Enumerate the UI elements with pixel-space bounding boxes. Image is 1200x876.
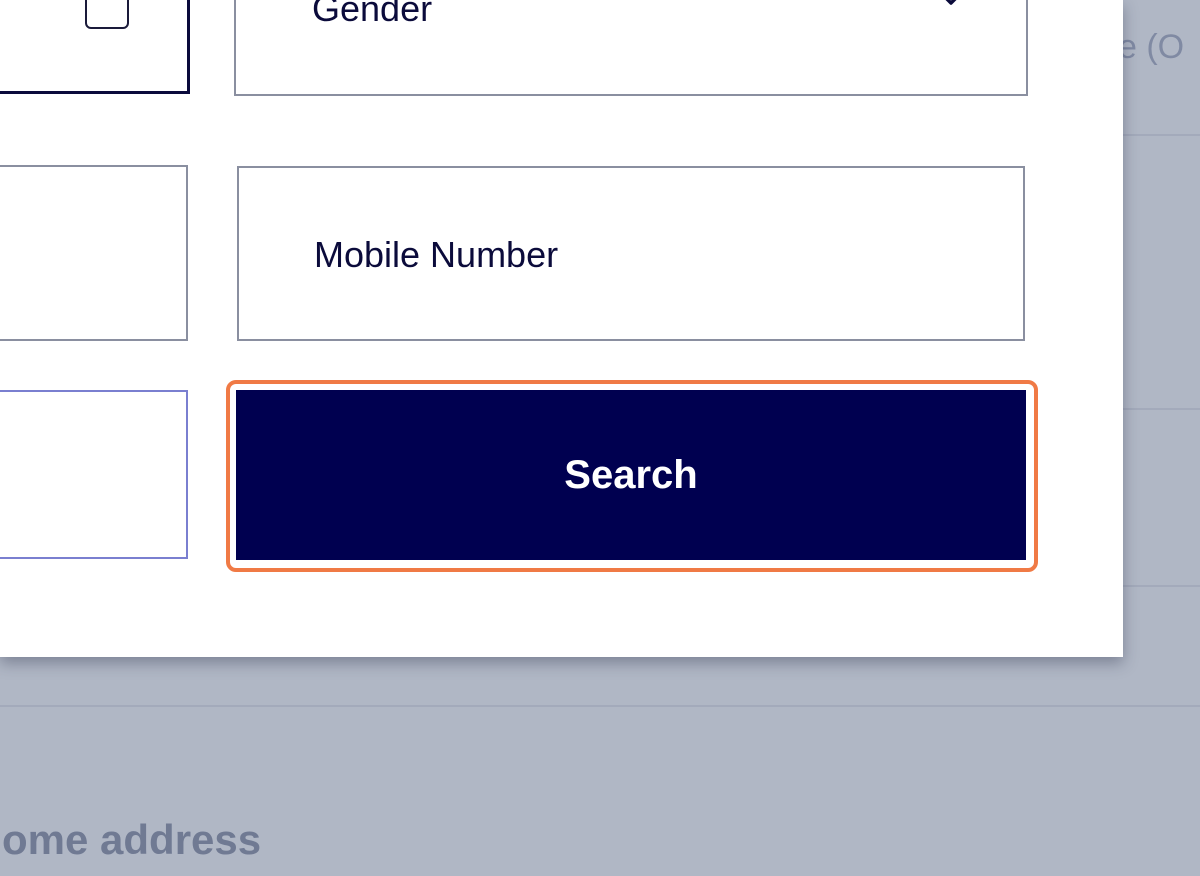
checkbox-field bbox=[0, 0, 190, 94]
checkbox[interactable] bbox=[85, 0, 129, 29]
background-section-title: ome address bbox=[2, 816, 262, 863]
background-divider bbox=[0, 705, 1200, 707]
focused-text-field[interactable] bbox=[0, 390, 188, 559]
screen: e (O ome address Gender Mobile Number Se… bbox=[0, 0, 1200, 876]
background-field-label: e (O bbox=[1118, 28, 1185, 66]
search-modal: Gender Mobile Number Search bbox=[0, 0, 1123, 657]
text-field[interactable] bbox=[0, 165, 188, 341]
mobile-number-field[interactable]: Mobile Number bbox=[237, 166, 1025, 341]
search-button[interactable]: Search bbox=[236, 390, 1026, 560]
gender-select[interactable]: Gender bbox=[234, 0, 1028, 96]
mobile-number-placeholder: Mobile Number bbox=[314, 234, 559, 275]
chevron-down-icon bbox=[945, 0, 957, 5]
gender-select-label: Gender bbox=[312, 0, 433, 29]
